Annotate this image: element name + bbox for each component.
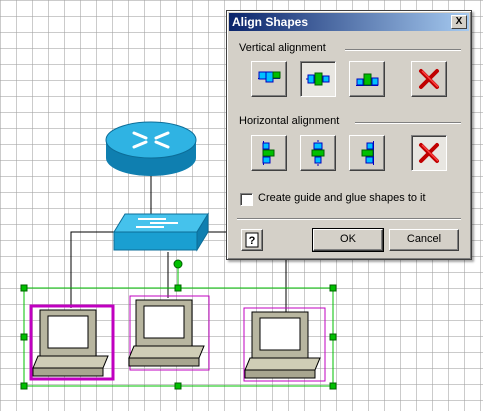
vertical-alignment-label: Vertical alignment xyxy=(239,42,326,54)
align-middle-button[interactable] xyxy=(300,61,336,97)
horizontal-alignment-label: Horizontal alignment xyxy=(239,115,340,127)
no-horizontal-align-button[interactable] xyxy=(411,135,447,171)
button-row-divider xyxy=(237,218,461,220)
svg-text:?: ? xyxy=(249,235,256,247)
create-guide-label: Create guide and glue shapes to it xyxy=(258,192,426,204)
horizontal-group-divider xyxy=(355,122,461,124)
router-shape[interactable] xyxy=(105,121,197,176)
ok-button[interactable]: OK xyxy=(312,228,384,252)
help-icon: ? xyxy=(245,232,259,248)
align-bottom-button[interactable] xyxy=(349,61,385,97)
align-left-icon xyxy=(262,141,275,165)
align-center-button[interactable] xyxy=(300,135,336,171)
cancel-button[interactable]: Cancel xyxy=(389,229,459,251)
computer-shape-2[interactable] xyxy=(128,295,210,371)
align-shapes-dialog: Align Shapes X Vertical alignment Horizo… xyxy=(226,10,472,260)
close-button[interactable]: X xyxy=(451,15,467,29)
align-left-button[interactable] xyxy=(251,135,287,171)
align-right-button[interactable] xyxy=(349,135,385,171)
help-button[interactable]: ? xyxy=(241,229,263,251)
dialog-title: Align Shapes xyxy=(232,15,309,29)
no-align-x-icon xyxy=(419,143,439,163)
rotation-handle xyxy=(173,259,183,269)
no-vertical-align-button[interactable] xyxy=(411,61,447,97)
align-bottom-icon xyxy=(356,73,379,86)
align-center-icon xyxy=(311,140,325,166)
align-top-button[interactable] xyxy=(251,61,287,97)
dialog-titlebar[interactable]: Align Shapes X xyxy=(229,13,469,31)
switch-shape[interactable] xyxy=(113,212,209,252)
computer-shape-1[interactable] xyxy=(29,304,115,381)
create-guide-checkbox[interactable] xyxy=(240,193,253,206)
align-middle-icon xyxy=(306,72,330,86)
align-right-icon xyxy=(361,141,374,165)
vertical-group-divider xyxy=(345,49,461,51)
no-align-x-icon xyxy=(419,69,439,89)
computer-shape-3[interactable] xyxy=(243,307,326,382)
align-top-icon xyxy=(258,71,281,83)
